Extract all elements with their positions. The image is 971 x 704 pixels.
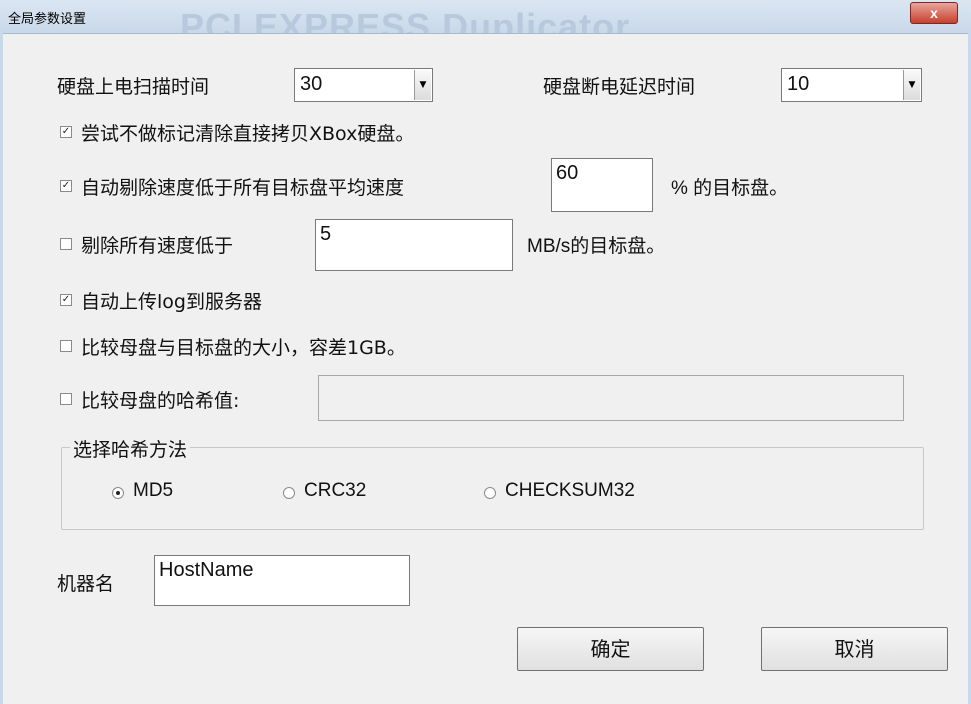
compare-size-label: 比较母盘与目标盘的大小，容差1GB。 — [81, 337, 406, 359]
power-off-delay-select[interactable]: 10 ▼ — [781, 68, 922, 102]
radio-md5-label: MD5 — [133, 480, 174, 501]
power-off-delay-label: 硬盘断电延迟时间 — [543, 76, 696, 98]
auto-remove-avg-input[interactable]: 60 — [551, 158, 653, 212]
machine-name-label: 机器名 — [57, 573, 115, 595]
compare-size-checkbox[interactable] — [60, 340, 72, 352]
radio-crc32[interactable] — [283, 487, 295, 499]
remove-below-input[interactable]: 5 — [315, 219, 513, 271]
machine-name-input[interactable]: HostName — [154, 555, 410, 606]
compare-hash-checkbox[interactable] — [60, 393, 72, 405]
auto-remove-avg-value: 60 — [556, 162, 579, 184]
power-scan-label: 硬盘上电扫描时间 — [57, 76, 210, 98]
title-bar: PCI EXPRESS Duplicator 全局参数设置 x — [0, 0, 971, 34]
ok-button[interactable]: 确定 — [517, 627, 704, 671]
auto-remove-avg-checkbox[interactable]: ✓ — [60, 180, 72, 192]
background-title: PCI EXPRESS Duplicator — [180, 6, 631, 34]
auto-remove-avg-suffix: % 的目标盘。 — [671, 178, 789, 199]
radio-checksum32[interactable] — [484, 487, 496, 499]
chevron-down-icon[interactable]: ▼ — [903, 70, 920, 100]
remove-below-label: 剔除所有速度低于 — [81, 235, 234, 257]
cancel-button[interactable]: 取消 — [761, 627, 948, 671]
machine-name-value: HostName — [159, 559, 254, 581]
remove-below-checkbox[interactable] — [60, 238, 72, 250]
hash-value-input[interactable] — [318, 375, 904, 421]
radio-md5[interactable] — [112, 487, 124, 499]
xbox-copy-label: 尝试不做标记清除直接拷贝XBox硬盘。 — [81, 123, 415, 145]
power-scan-select[interactable]: 30 ▼ — [294, 68, 433, 102]
radio-crc32-label: CRC32 — [304, 480, 367, 501]
close-button[interactable]: x — [910, 2, 958, 24]
remove-below-value: 5 — [320, 223, 332, 245]
upload-log-checkbox[interactable]: ✓ — [60, 294, 72, 306]
power-scan-value: 30 — [300, 73, 323, 95]
compare-hash-label: 比较母盘的哈希值: — [81, 390, 240, 412]
window-title: 全局参数设置 — [8, 12, 87, 27]
auto-remove-avg-label: 自动剔除速度低于所有目标盘平均速度 — [81, 177, 405, 199]
remove-below-suffix: MB/s的目标盘。 — [527, 236, 666, 257]
xbox-copy-checkbox[interactable]: ✓ — [60, 126, 72, 138]
hash-method-legend: 选择哈希方法 — [70, 435, 191, 462]
power-off-delay-value: 10 — [787, 73, 810, 95]
upload-log-label: 自动上传log到服务器 — [81, 291, 262, 313]
chevron-down-icon[interactable]: ▼ — [414, 70, 431, 100]
radio-checksum32-label: CHECKSUM32 — [505, 480, 635, 501]
window-frame-left — [0, 33, 3, 704]
close-icon: x — [930, 5, 938, 21]
